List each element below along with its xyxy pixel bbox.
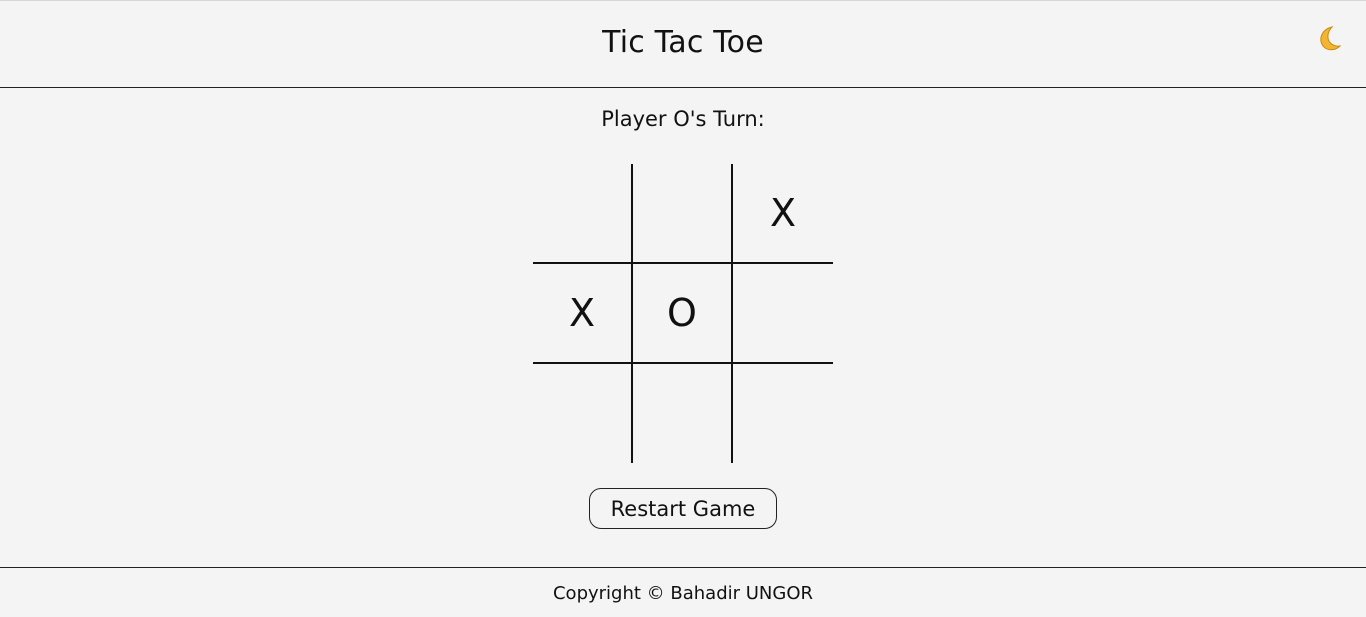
header: Tic Tac Toe: [0, 1, 1366, 88]
restart-game-button[interactable]: Restart Game: [589, 488, 777, 529]
theme-toggle-button[interactable]: [1312, 23, 1344, 55]
board-cell-4[interactable]: X: [533, 264, 633, 364]
board-cell-3[interactable]: X: [733, 164, 833, 264]
page-title: Tic Tac Toe: [602, 25, 764, 60]
board-cell-8[interactable]: [633, 364, 733, 463]
copyright-text: Copyright © Bahadir UNGOR: [552, 583, 814, 604]
game-board: X X O: [533, 164, 833, 463]
footer: Copyright © Bahadir UNGOR: [0, 567, 1366, 617]
board-cell-6[interactable]: [733, 264, 833, 364]
crescent-moon-icon: [1320, 26, 1342, 51]
page: Tic Tac Toe Player O's Turn: X X O Resta…: [0, 0, 1366, 617]
board-cell-5[interactable]: O: [633, 264, 733, 364]
board-cell-9[interactable]: [733, 364, 833, 463]
board-cell-2[interactable]: [633, 164, 733, 264]
board-cell-7[interactable]: [533, 364, 633, 463]
turn-indicator: Player O's Turn:: [601, 107, 765, 131]
board-cell-1[interactable]: [533, 164, 633, 264]
